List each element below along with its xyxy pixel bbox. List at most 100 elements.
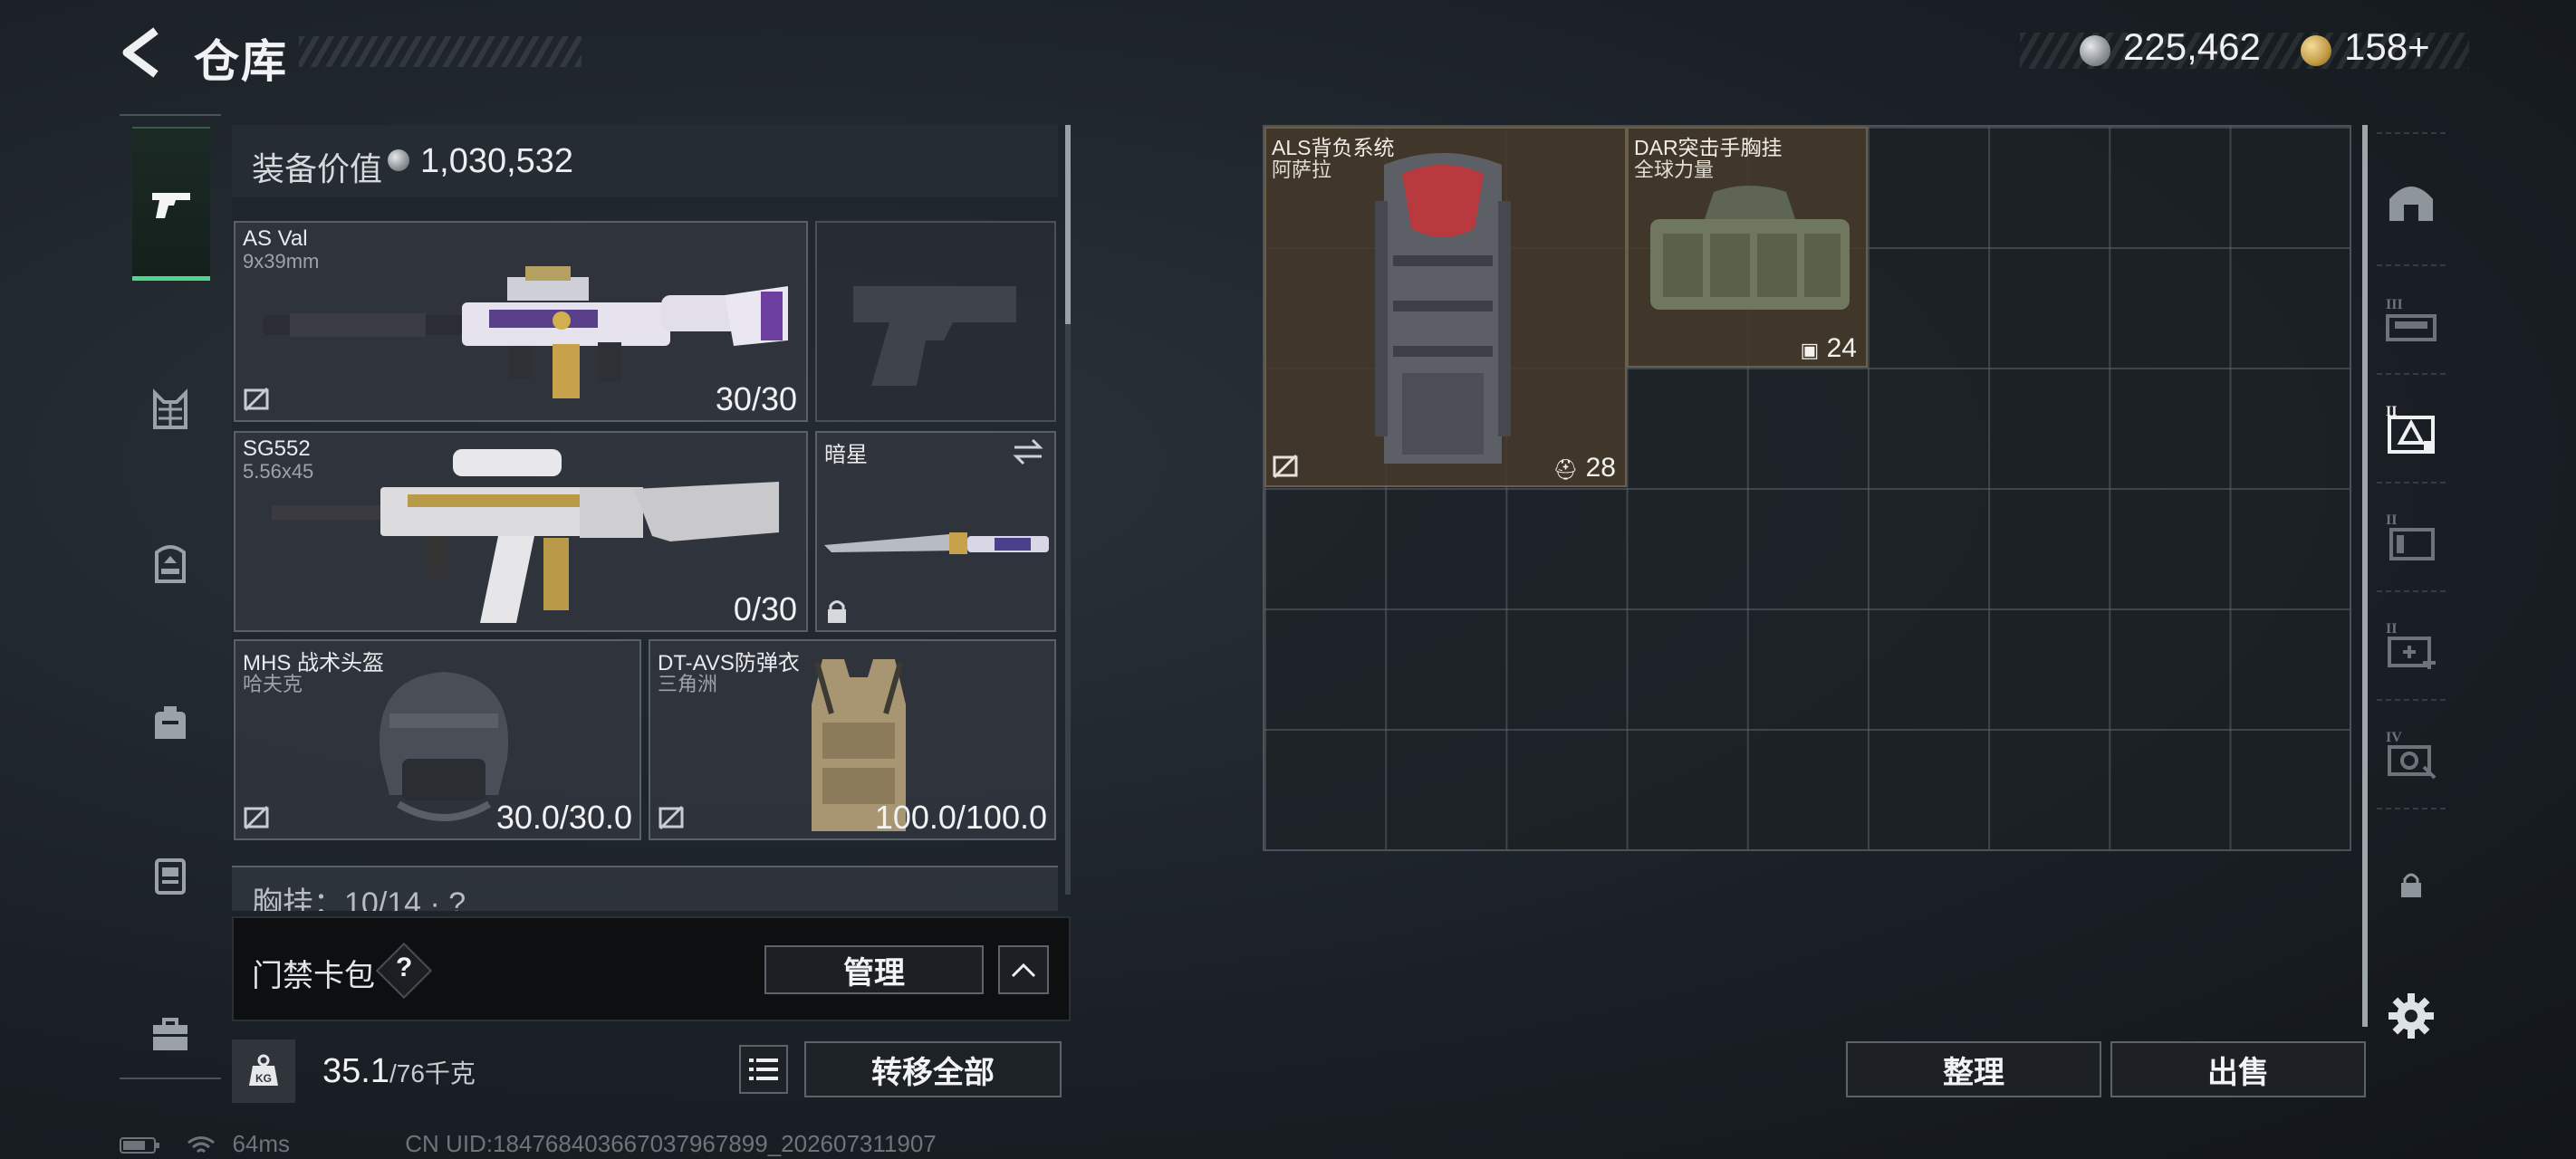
item-brand: 全球力量 xyxy=(1634,158,1715,181)
item-capacity: ⛑ 28 xyxy=(1552,453,1616,483)
armor-brand: 三角洲 xyxy=(658,673,718,695)
nav-item-backpack[interactable] xyxy=(120,496,221,632)
helmet-brand: 哈夫克 xyxy=(243,673,303,695)
item-capacity: ▣ 24 xyxy=(1800,333,1857,363)
lock-icon xyxy=(828,600,846,623)
storage-tab-3[interactable]: III xyxy=(2377,264,2446,373)
chest-rig-small-icon: ▣ xyxy=(1800,339,1820,361)
battery-icon xyxy=(120,1137,159,1154)
transfer-all-button[interactable]: 转移全部 xyxy=(804,1041,1062,1097)
equipment-scrollbar-thumb[interactable] xyxy=(1065,125,1071,324)
gold-coin-amount[interactable]: 158+ xyxy=(2344,25,2430,69)
svg-text:II: II xyxy=(2386,512,2397,528)
helmet-slot[interactable]: MHS 战术头盔 哈夫克 30.0/30.0 xyxy=(234,639,641,840)
nav-item-weapons[interactable] xyxy=(132,127,210,281)
nav-item-container[interactable] xyxy=(120,808,221,943)
chest-rig-row[interactable]: 胸挂：10/14 · ? xyxy=(232,866,1058,911)
silver-coin-icon xyxy=(388,149,409,171)
current-weight: 35.1 xyxy=(322,1052,389,1090)
backpack-icon xyxy=(155,545,186,583)
dome-storage-icon xyxy=(2389,187,2433,221)
swap-icon[interactable] xyxy=(1011,438,1045,465)
container-icon xyxy=(155,858,186,895)
storage-item-chest-rig[interactable]: DAR突击手胸挂 全球力量 ▣ 24 xyxy=(1627,127,1868,368)
weight-icon: KG xyxy=(249,1054,278,1086)
no-insurance-icon xyxy=(244,387,269,412)
helmet-durability: 30.0/30.0 xyxy=(495,799,632,836)
knife-icon xyxy=(824,532,1049,554)
storage-iv-icon: IV xyxy=(2386,730,2437,780)
storage-tab-expand[interactable]: II xyxy=(2377,482,2446,590)
storage-expand-icon: II xyxy=(2386,512,2435,560)
help-icon[interactable]: ? xyxy=(396,953,412,983)
user-uid: CN UID:18476840366703796789​9_2026073119… xyxy=(405,1130,937,1157)
storage-tab-locked[interactable] xyxy=(2377,808,2446,962)
expand-button[interactable] xyxy=(998,945,1049,994)
bag-icon xyxy=(155,706,186,739)
svg-text:KG: KG xyxy=(255,1072,272,1085)
svg-text:II: II xyxy=(2386,621,2397,637)
backpack-item-icon xyxy=(1375,153,1511,464)
storage-tab-2[interactable]: II xyxy=(2377,373,2446,482)
backpack-small-icon: ⛑ xyxy=(1552,458,1579,481)
chest-rig-capacity: 胸挂：10/14 · ? xyxy=(252,886,466,911)
storage-iii-icon: III xyxy=(2386,297,2437,341)
pistol-icon xyxy=(152,192,190,218)
no-insurance-icon xyxy=(244,805,269,830)
sell-button[interactable]: 出售 xyxy=(2110,1041,2366,1097)
category-nav xyxy=(120,114,221,1079)
list-view-button[interactable] xyxy=(739,1045,788,1094)
gear-icon xyxy=(2389,993,2434,1039)
nav-item-chest-rig[interactable] xyxy=(120,342,221,478)
chest-rig-icon xyxy=(153,388,187,429)
nav-item-toolbox[interactable] xyxy=(120,967,221,1103)
storage-add-icon: II xyxy=(2386,621,2436,669)
storage-item-backpack[interactable]: ALS背负系统 阿萨拉 ⛑ 28 xyxy=(1264,127,1627,487)
settings-tab[interactable] xyxy=(2377,962,2446,1070)
equipment-value: 1,030,532 xyxy=(420,142,574,180)
storage-scrollbar[interactable] xyxy=(2362,125,2368,1027)
storage-tabs: III II II II IV xyxy=(2377,123,2446,1110)
title-decoration xyxy=(299,36,582,67)
secondary-weapon-slot[interactable] xyxy=(815,221,1056,422)
armor-slot[interactable]: DT-AVS防弹衣 三角洲 100.0/100.0 xyxy=(649,639,1056,840)
item-brand: 阿萨拉 xyxy=(1272,158,1332,181)
equipment-value-label: 装备价值 xyxy=(252,150,383,187)
silver-coin-amount[interactable]: 225,462 xyxy=(2123,25,2261,69)
nav-item-bag[interactable] xyxy=(120,656,221,791)
svg-text:IV: IV xyxy=(2386,730,2402,745)
no-insurance-icon xyxy=(658,805,684,830)
weapon-name: AS Val xyxy=(243,226,308,251)
sort-button[interactable]: 整理 xyxy=(1846,1041,2101,1097)
no-insurance-icon xyxy=(1273,454,1298,479)
wifi-icon xyxy=(187,1136,216,1154)
ammo-count: 0/30 xyxy=(733,590,797,627)
page-title: 仓库 xyxy=(194,36,288,87)
back-arrow-icon[interactable] xyxy=(120,27,165,78)
manage-button[interactable]: 管理 xyxy=(764,945,984,994)
weight-badge: KG xyxy=(232,1039,295,1103)
silver-coin-icon xyxy=(2080,35,2110,66)
storage-tab-add[interactable]: II xyxy=(2377,590,2446,699)
primary-weapon-slot-2[interactable]: SG552 5.56x45 0/30 xyxy=(234,431,808,632)
svg-text:III: III xyxy=(2386,297,2403,312)
lock-icon xyxy=(2401,873,2421,897)
storage-ii-active-icon: II xyxy=(2386,404,2435,454)
weight-display: 35.1/76千克 xyxy=(322,1052,476,1091)
ammo-count: 30/30 xyxy=(715,380,797,417)
storage-tab-main[interactable] xyxy=(2377,132,2446,264)
sg552-rifle-icon xyxy=(272,449,779,623)
pistol-placeholder-icon xyxy=(853,286,1016,386)
primary-weapon-slot-1[interactable]: AS Val 9x39mm 30/30 xyxy=(234,221,808,422)
storage-tab-4[interactable]: IV xyxy=(2377,699,2446,808)
max-weight: /76千克 xyxy=(389,1059,476,1087)
gold-coin-icon xyxy=(2301,35,2331,66)
armor-durability: 100.0/100.0 xyxy=(874,799,1047,836)
chevron-up-icon xyxy=(1011,963,1036,978)
toolbox-icon xyxy=(153,1018,187,1050)
keycard-label: 门禁卡包 xyxy=(252,959,375,993)
melee-name: 暗星 xyxy=(824,443,868,467)
status-bar: 64ms CN UID:18476840366703796789​9_20260… xyxy=(120,1130,937,1158)
chest-rig-item-icon xyxy=(1650,186,1850,310)
melee-slot[interactable]: 暗星 xyxy=(815,431,1056,632)
